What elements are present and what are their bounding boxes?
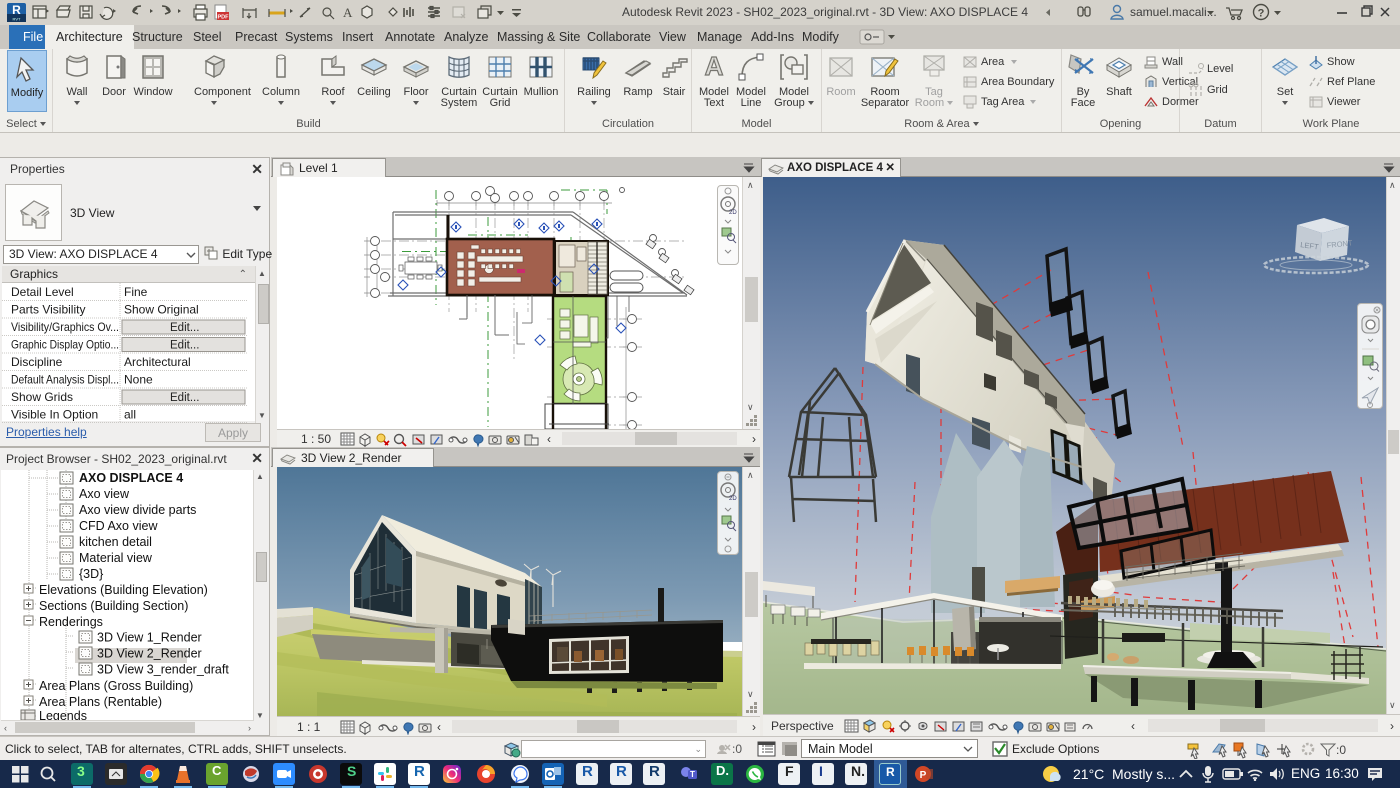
svg-text:Axo view divide parts: Axo view divide parts [79, 503, 196, 517]
svg-text:2D: 2D [729, 210, 737, 216]
svg-text:Area Plans (Rentable): Area Plans (Rentable) [39, 695, 162, 709]
svg-text:samuel.macali...: samuel.macali... [1130, 5, 1217, 19]
svg-text:Show Original: Show Original [124, 303, 199, 317]
svg-text:Parts Visibility: Parts Visibility [11, 303, 85, 317]
svg-text:all: all [124, 408, 136, 422]
svg-text:3D View 1_Render: 3D View 1_Render [97, 631, 202, 645]
svg-text:P: P [920, 770, 927, 781]
svg-text:Area Plans (Gross Building): Area Plans (Gross Building) [39, 679, 193, 693]
svg-text:Edit...: Edit... [170, 392, 199, 404]
svg-text:kitchen detail: kitchen detail [79, 535, 152, 549]
svg-text:A: A [705, 51, 724, 81]
svg-text:Material view: Material view [79, 551, 153, 565]
svg-text:Edit...: Edit... [170, 340, 199, 352]
svg-text:R: R [12, 3, 21, 17]
svg-text:Edit...: Edit... [170, 322, 199, 334]
svg-text:AXO DISPLACE 4: AXO DISPLACE 4 [79, 471, 183, 485]
svg-text:RVT: RVT [13, 17, 21, 22]
svg-text:Visible In Option: Visible In Option [11, 408, 98, 422]
svg-text:Graphic Display Optio...: Graphic Display Optio... [11, 338, 119, 352]
svg-text:Fine: Fine [124, 285, 148, 299]
svg-text:Renderings: Renderings [39, 615, 103, 629]
svg-text:Default Analysis Displ...: Default Analysis Displ... [11, 373, 119, 387]
svg-text:Sections (Building Section): Sections (Building Section) [39, 599, 188, 613]
svg-text:Autodesk Revit 2023 - SH02_202: Autodesk Revit 2023 - SH02_2023_original… [622, 5, 1028, 19]
svg-text:Discipline: Discipline [11, 355, 63, 369]
svg-text:3D View 3_render_draft: 3D View 3_render_draft [97, 663, 229, 677]
svg-text:Visibility/Graphics Ov...: Visibility/Graphics Ov... [11, 320, 119, 334]
svg-text:PDF: PDF [218, 15, 230, 21]
svg-text:Architectural: Architectural [124, 355, 191, 369]
svg-text:None: None [124, 373, 153, 387]
svg-text:Show Grids: Show Grids [11, 390, 73, 404]
svg-text:Axo view: Axo view [79, 487, 130, 501]
svg-text:2D: 2D [729, 496, 737, 502]
svg-text:Elevations (Building Elevation: Elevations (Building Elevation) [39, 583, 208, 597]
svg-text:?: ? [1258, 8, 1265, 20]
svg-text::0: :0 [1336, 743, 1346, 757]
svg-text:Detail Level: Detail Level [11, 285, 74, 299]
svg-text:{3D}: {3D} [79, 567, 103, 581]
svg-text:CFD Axo view: CFD Axo view [79, 519, 158, 533]
svg-text:3D View 2_Render: 3D View 2_Render [97, 647, 202, 661]
svg-text:A: A [343, 5, 353, 20]
svg-text:T: T [690, 770, 695, 779]
